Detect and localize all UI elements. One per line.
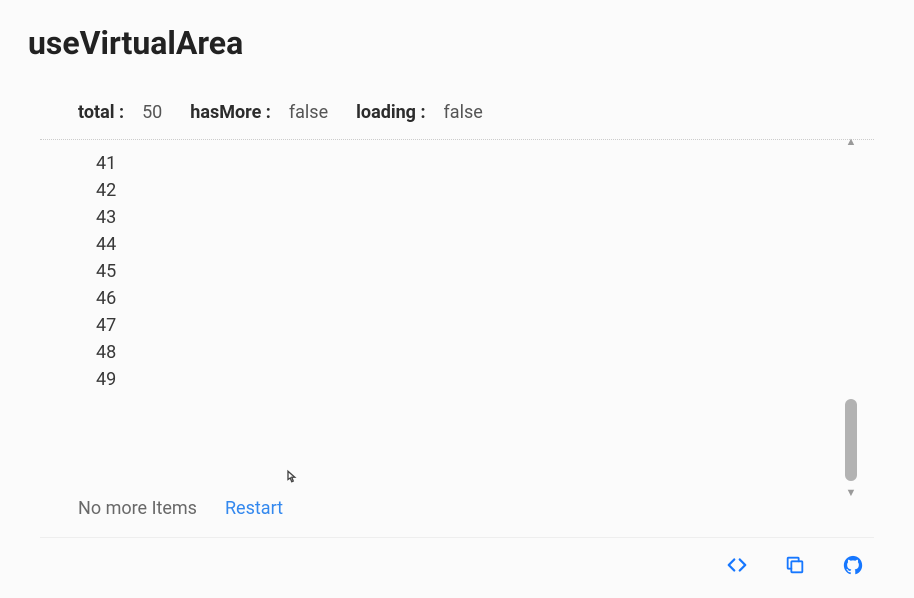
scrollbar-arrow-down-icon[interactable]: ▼: [846, 487, 857, 498]
code-icon[interactable]: [726, 554, 748, 576]
copy-icon[interactable]: [784, 554, 806, 576]
list-item: 43: [96, 204, 836, 231]
list-item: 41: [96, 150, 836, 177]
list-item: 49: [96, 366, 836, 393]
restart-link[interactable]: Restart: [225, 498, 283, 519]
hasmore-value: false: [289, 102, 328, 123]
list-item: 42: [96, 177, 836, 204]
list-item: 46: [96, 285, 836, 312]
loading-value: false: [444, 102, 483, 123]
list-item: 44: [96, 231, 836, 258]
github-icon[interactable]: [842, 554, 864, 576]
hasmore-label: hasMore :: [190, 102, 271, 123]
scrollbar-arrow-up-icon[interactable]: ▲: [846, 136, 857, 147]
list-item: 48: [96, 339, 836, 366]
loading-label: loading :: [356, 102, 425, 123]
scrollbar-track-area[interactable]: [845, 147, 857, 487]
virtual-list[interactable]: 41 42 43 44 45 46 47 48 49: [40, 140, 874, 480]
divider: [40, 537, 874, 538]
total-value: 50: [142, 102, 162, 123]
list-item: 45: [96, 258, 836, 285]
total-label: total :: [78, 102, 124, 123]
no-more-text: No more Items: [78, 498, 197, 519]
status-row: total : 50 hasMore : false loading : fal…: [40, 102, 874, 140]
demo-toolbar: [726, 554, 864, 576]
scrollbar-thumb[interactable]: [845, 399, 857, 481]
demo-container: total : 50 hasMore : false loading : fal…: [40, 102, 874, 529]
list-footer: No more Items Restart: [40, 480, 874, 529]
scrollbar[interactable]: ▲ ▼: [840, 136, 862, 498]
page-title: useVirtualArea: [0, 0, 914, 72]
list-item: 47: [96, 312, 836, 339]
